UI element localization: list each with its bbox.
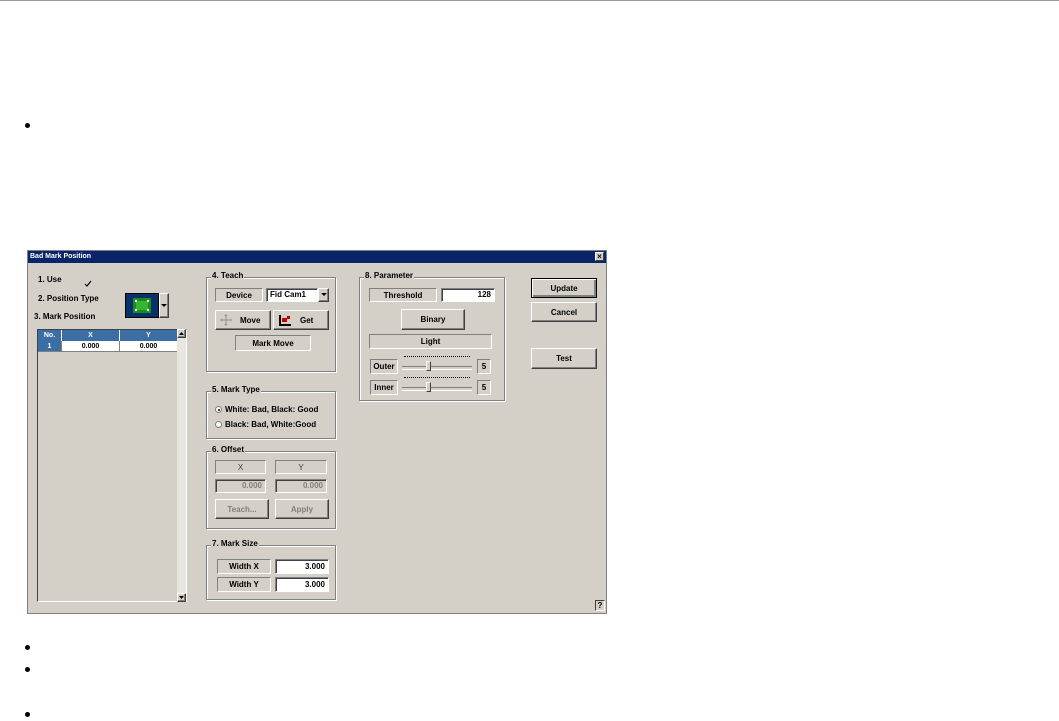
mark-type-radio-black-bad[interactable]	[215, 421, 222, 428]
cancel-button[interactable]: Cancel	[531, 302, 597, 322]
position-type-preview	[125, 293, 159, 318]
mark-type-option-black-bad[interactable]: Black: Bad, White:Good	[225, 420, 316, 429]
outer-slider-ticks	[404, 356, 470, 359]
device-select-value: Fid Cam1	[266, 288, 318, 302]
offset-y-field[interactable]: 0.000	[275, 479, 327, 493]
mark-move-button[interactable]: Mark Move	[235, 335, 311, 351]
inner-slider-ticks	[404, 377, 470, 380]
get-position-icon	[279, 314, 291, 326]
width-x-field[interactable]: 3.000	[275, 559, 329, 574]
width-y-label: Width Y	[217, 577, 271, 592]
move-button-label: Move	[240, 315, 261, 325]
table-header-no: No.	[38, 330, 62, 341]
outer-value: 5	[477, 359, 491, 374]
offset-teach-button[interactable]: Teach...	[215, 499, 269, 519]
mark-type-group-title: 5. Mark Type	[211, 385, 261, 394]
width-y-field[interactable]: 3.000	[275, 577, 329, 592]
inner-slider-track	[402, 387, 472, 391]
table-cell-y[interactable]: 0.000	[120, 341, 178, 352]
table-header-x: X	[62, 330, 120, 341]
arrow-down-icon	[179, 596, 184, 599]
position-type-dropdown[interactable]	[125, 293, 169, 318]
move-button[interactable]: Move	[215, 310, 271, 330]
scroll-up-button[interactable]	[177, 329, 186, 338]
update-button[interactable]: Update	[531, 278, 597, 298]
bullet-1	[25, 123, 30, 128]
bullet-2	[25, 645, 30, 650]
outer-label: Outer	[370, 359, 398, 374]
outer-slider[interactable]	[402, 355, 472, 375]
mark-position-icon	[133, 298, 151, 313]
binary-button[interactable]: Binary	[401, 309, 465, 330]
mark-type-radio-white-bad[interactable]	[215, 406, 222, 413]
table-cell-x[interactable]: 0.000	[62, 341, 120, 352]
help-icon: ?	[597, 601, 603, 610]
width-x-label: Width X	[217, 559, 271, 574]
arrow-up-icon	[179, 332, 184, 335]
offset-group-title: 6. Offset	[211, 445, 246, 454]
page-top-rule	[0, 0, 1059, 1]
use-label: 1. Use	[38, 275, 62, 284]
mark-position-table: No. X Y 1 0.000 0.000	[37, 329, 187, 602]
parameter-group-title: 8. Parameter	[364, 271, 415, 280]
move-icon	[220, 314, 232, 326]
dialog-title-bar: Bad Mark Position ×	[28, 251, 606, 263]
position-type-label: 2. Position Type	[38, 294, 99, 303]
table-cell-no[interactable]: 1	[38, 341, 62, 352]
close-icon: ×	[597, 252, 602, 261]
device-select[interactable]: Fid Cam1	[266, 288, 329, 302]
outer-slider-thumb[interactable]	[426, 361, 431, 371]
bullet-3	[25, 667, 30, 672]
scroll-down-button[interactable]	[177, 593, 186, 602]
offset-x-label: X	[215, 460, 266, 474]
get-button-label: Get	[300, 315, 314, 325]
mark-type-group	[206, 391, 336, 439]
inner-slider[interactable]	[402, 376, 472, 396]
device-select-arrow[interactable]	[318, 288, 329, 302]
offset-y-label: Y	[275, 460, 327, 474]
offset-apply-button[interactable]: Apply	[275, 499, 329, 519]
threshold-field[interactable]: 128	[441, 288, 495, 302]
inner-slider-thumb[interactable]	[426, 382, 431, 392]
position-type-dropdown-arrow[interactable]	[159, 293, 169, 318]
offset-x-field[interactable]: 0.000	[215, 479, 266, 493]
outer-slider-track	[402, 366, 472, 370]
help-button[interactable]: ?	[595, 600, 605, 611]
mark-type-option-white-bad[interactable]: White: Bad, Black: Good	[225, 405, 318, 414]
table-scrollbar[interactable]	[177, 329, 186, 602]
checkmark-icon	[84, 280, 92, 287]
teach-group-title: 4. Teach	[211, 271, 245, 280]
dialog-title: Bad Mark Position	[30, 253, 92, 260]
get-button[interactable]: Get	[273, 310, 329, 330]
chevron-down-icon	[161, 303, 167, 307]
inner-value: 5	[477, 380, 491, 395]
mark-size-group-title: 7. Mark Size	[211, 539, 259, 548]
close-button[interactable]: ×	[595, 252, 604, 261]
bullet-4	[25, 712, 30, 717]
light-label: Light	[369, 334, 492, 349]
table-header-y: Y	[120, 330, 178, 341]
use-checkbox[interactable]	[84, 275, 92, 287]
bad-mark-position-dialog: Bad Mark Position × 1. Use 2. Position T…	[27, 250, 607, 614]
test-button[interactable]: Test	[531, 348, 597, 369]
inner-label: Inner	[370, 380, 398, 395]
threshold-label: Threshold	[369, 288, 437, 302]
mark-position-label: 3. Mark Position	[34, 312, 96, 321]
chevron-down-icon	[320, 293, 327, 296]
device-label: Device	[215, 288, 263, 302]
